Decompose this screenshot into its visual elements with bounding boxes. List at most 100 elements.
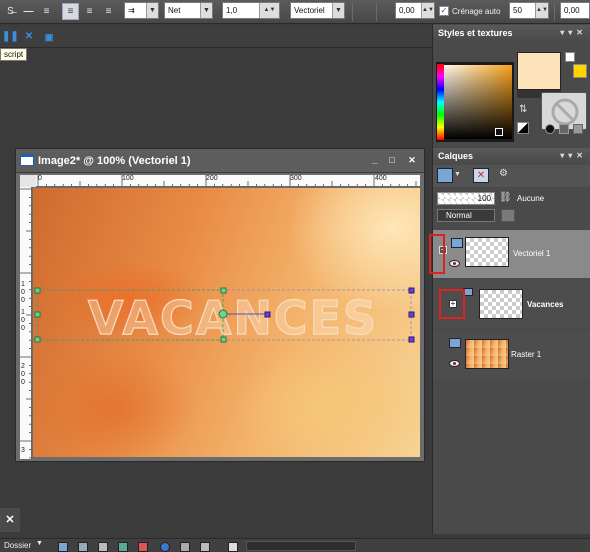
properties-icon[interactable]: ⚙ [499,168,513,183]
script-icon[interactable] [118,542,128,552]
handle[interactable] [408,311,415,318]
raster-layer-icon [449,338,461,348]
line-style-value: Net [168,6,181,15]
browse-icon[interactable] [78,542,88,552]
close-palette-button[interactable]: ✕ [0,508,20,532]
layers-panel-title[interactable]: Calques ▾▾✕ [433,148,590,164]
chevron-down-icon: ▼ [332,3,344,18]
rotation-handle[interactable] [218,309,228,319]
ruler-label: 200 [206,175,218,182]
image-window-title: Image2* @ 100% (Vectoriel 1) [38,155,191,167]
align-center-button[interactable]: ≡ [81,3,98,20]
visibility-eye-icon[interactable] [449,360,460,367]
spinner-arrows-icon[interactable]: ▲▼ [535,3,548,18]
opacity-field[interactable]: 50 ▲▼ [509,2,549,19]
ruler-label: 0 [21,289,25,296]
handle[interactable] [264,311,271,318]
toolbar-separator [554,2,555,21]
lock-transparency-icon[interactable] [501,209,515,222]
handle[interactable] [408,287,415,294]
highlight-box [439,289,465,319]
right-panels: Styles et textures ▾▾✕ ⇅ Calques ▾▾✕ ▼ ✕… [429,24,590,534]
create-as-value: Vectoriel [294,6,325,15]
minimize-button[interactable]: _ [369,154,381,166]
ruler-label: 0 [38,175,42,182]
stop-icon[interactable]: ✕ [22,30,36,44]
stroke-width-field[interactable]: 1,0 ▲▼ [222,2,280,19]
close-button[interactable]: ✕ [406,154,418,166]
hue-slider[interactable] [437,64,444,140]
handle[interactable] [34,336,41,343]
handle[interactable] [34,311,41,318]
transparency-toggle-icon[interactable] [517,122,529,134]
kerning-value: 0,00 [399,6,415,15]
ruler-label: 300 [290,175,302,182]
handle[interactable] [34,287,41,294]
line-style-select[interactable]: Net ▼ [164,2,213,19]
chevron-down-icon[interactable]: ▼ [36,540,43,547]
styles-panel-title-text: Styles et textures [438,28,513,38]
layer-row-vectoriel[interactable]: − Vectoriel 1 [433,230,590,278]
vector-text-layer[interactable]: VACANCES [33,188,420,457]
status-bar: Dossier ▼ [0,538,590,552]
align-right-button[interactable]: ≡ [100,3,117,20]
folder-label: Dossier [4,541,32,550]
handle[interactable] [220,336,227,343]
new-layer-icon[interactable] [437,168,453,183]
swap-colors-icon[interactable]: ⇅ [519,104,531,116]
background-swatch[interactable] [573,64,587,78]
texture-icon[interactable] [559,124,569,134]
image-canvas[interactable]: VACANCES [33,188,420,457]
default-colors-icon[interactable] [565,52,575,62]
highlight-box [429,234,445,274]
copy-icon[interactable] [98,542,108,552]
grid-icon[interactable] [180,542,190,552]
layer-name: Raster 1 [511,350,542,359]
line-spacing-icon[interactable]: ≡ [38,3,55,20]
spinner-arrows-icon[interactable]: ▲▼ [421,3,434,18]
panel-buttons[interactable]: ▾▾✕ [560,25,587,41]
canvas-text-vacances[interactable]: VACANCES [87,290,378,345]
foreground-swatch[interactable] [517,52,561,90]
text-direction-select[interactable]: ⇉ ▼ [124,2,159,19]
visibility-eye-icon[interactable] [449,260,460,267]
blend-mode-select[interactable]: Normal [437,209,495,222]
delete-layer-icon[interactable]: ✕ [473,168,489,183]
folder-icon[interactable] [58,542,68,552]
maximize-button[interactable]: □ [386,154,398,166]
chevron-down-icon[interactable]: ▼ [454,171,461,178]
texture-pattern-icon[interactable] [573,124,583,134]
delete-icon[interactable] [138,542,148,552]
leading-field[interactable]: 0,00 [560,2,590,19]
save-script-icon[interactable]: ▣ [42,30,56,44]
layer-thumbnail [465,237,509,267]
styles-panel-title[interactable]: Styles et textures ▾▾✕ [433,25,590,41]
ruler-label: 0 [21,317,25,324]
ruler-ticks [37,175,417,186]
layer-opacity-field[interactable]: 100 [437,192,495,205]
mask-label: Aucune [517,194,545,203]
strikethrough-icon[interactable]: S̶ [2,3,19,20]
spinner-arrows-icon[interactable]: ▲▼ [259,3,279,18]
style-dot-icon[interactable] [545,124,555,134]
create-as-select[interactable]: Vectoriel ▼ [290,2,345,19]
link-icon[interactable]: ⛓ [499,192,513,205]
script-toolbar: ❚❚ ✕ ▣ [0,26,432,48]
image-window-titlebar[interactable]: Image2* @ 100% (Vectoriel 1) _ □ ✕ [16,149,424,173]
info-icon[interactable] [160,542,170,552]
panel-buttons[interactable]: ▾▾✕ [560,148,587,164]
print-icon[interactable] [200,542,210,552]
pause-icon[interactable]: ❚❚ [2,30,19,44]
layer-name: Vacances [527,300,564,309]
auto-kerning-checkbox[interactable]: ✓ [439,6,449,16]
handle[interactable] [220,287,227,294]
handle[interactable] [408,336,415,343]
align-label-icon[interactable]: — [20,3,37,20]
opacity-value: 50 [513,6,522,15]
layer-row-raster[interactable]: Raster 1 [433,330,590,378]
kerning-field[interactable]: 0,00 ▲▼ [395,2,435,19]
tool-icon[interactable] [228,542,238,552]
chevron-down-icon: ▼ [200,3,212,18]
align-left-button[interactable]: ≡ [62,3,79,20]
ruler-label: 0 [21,325,25,332]
